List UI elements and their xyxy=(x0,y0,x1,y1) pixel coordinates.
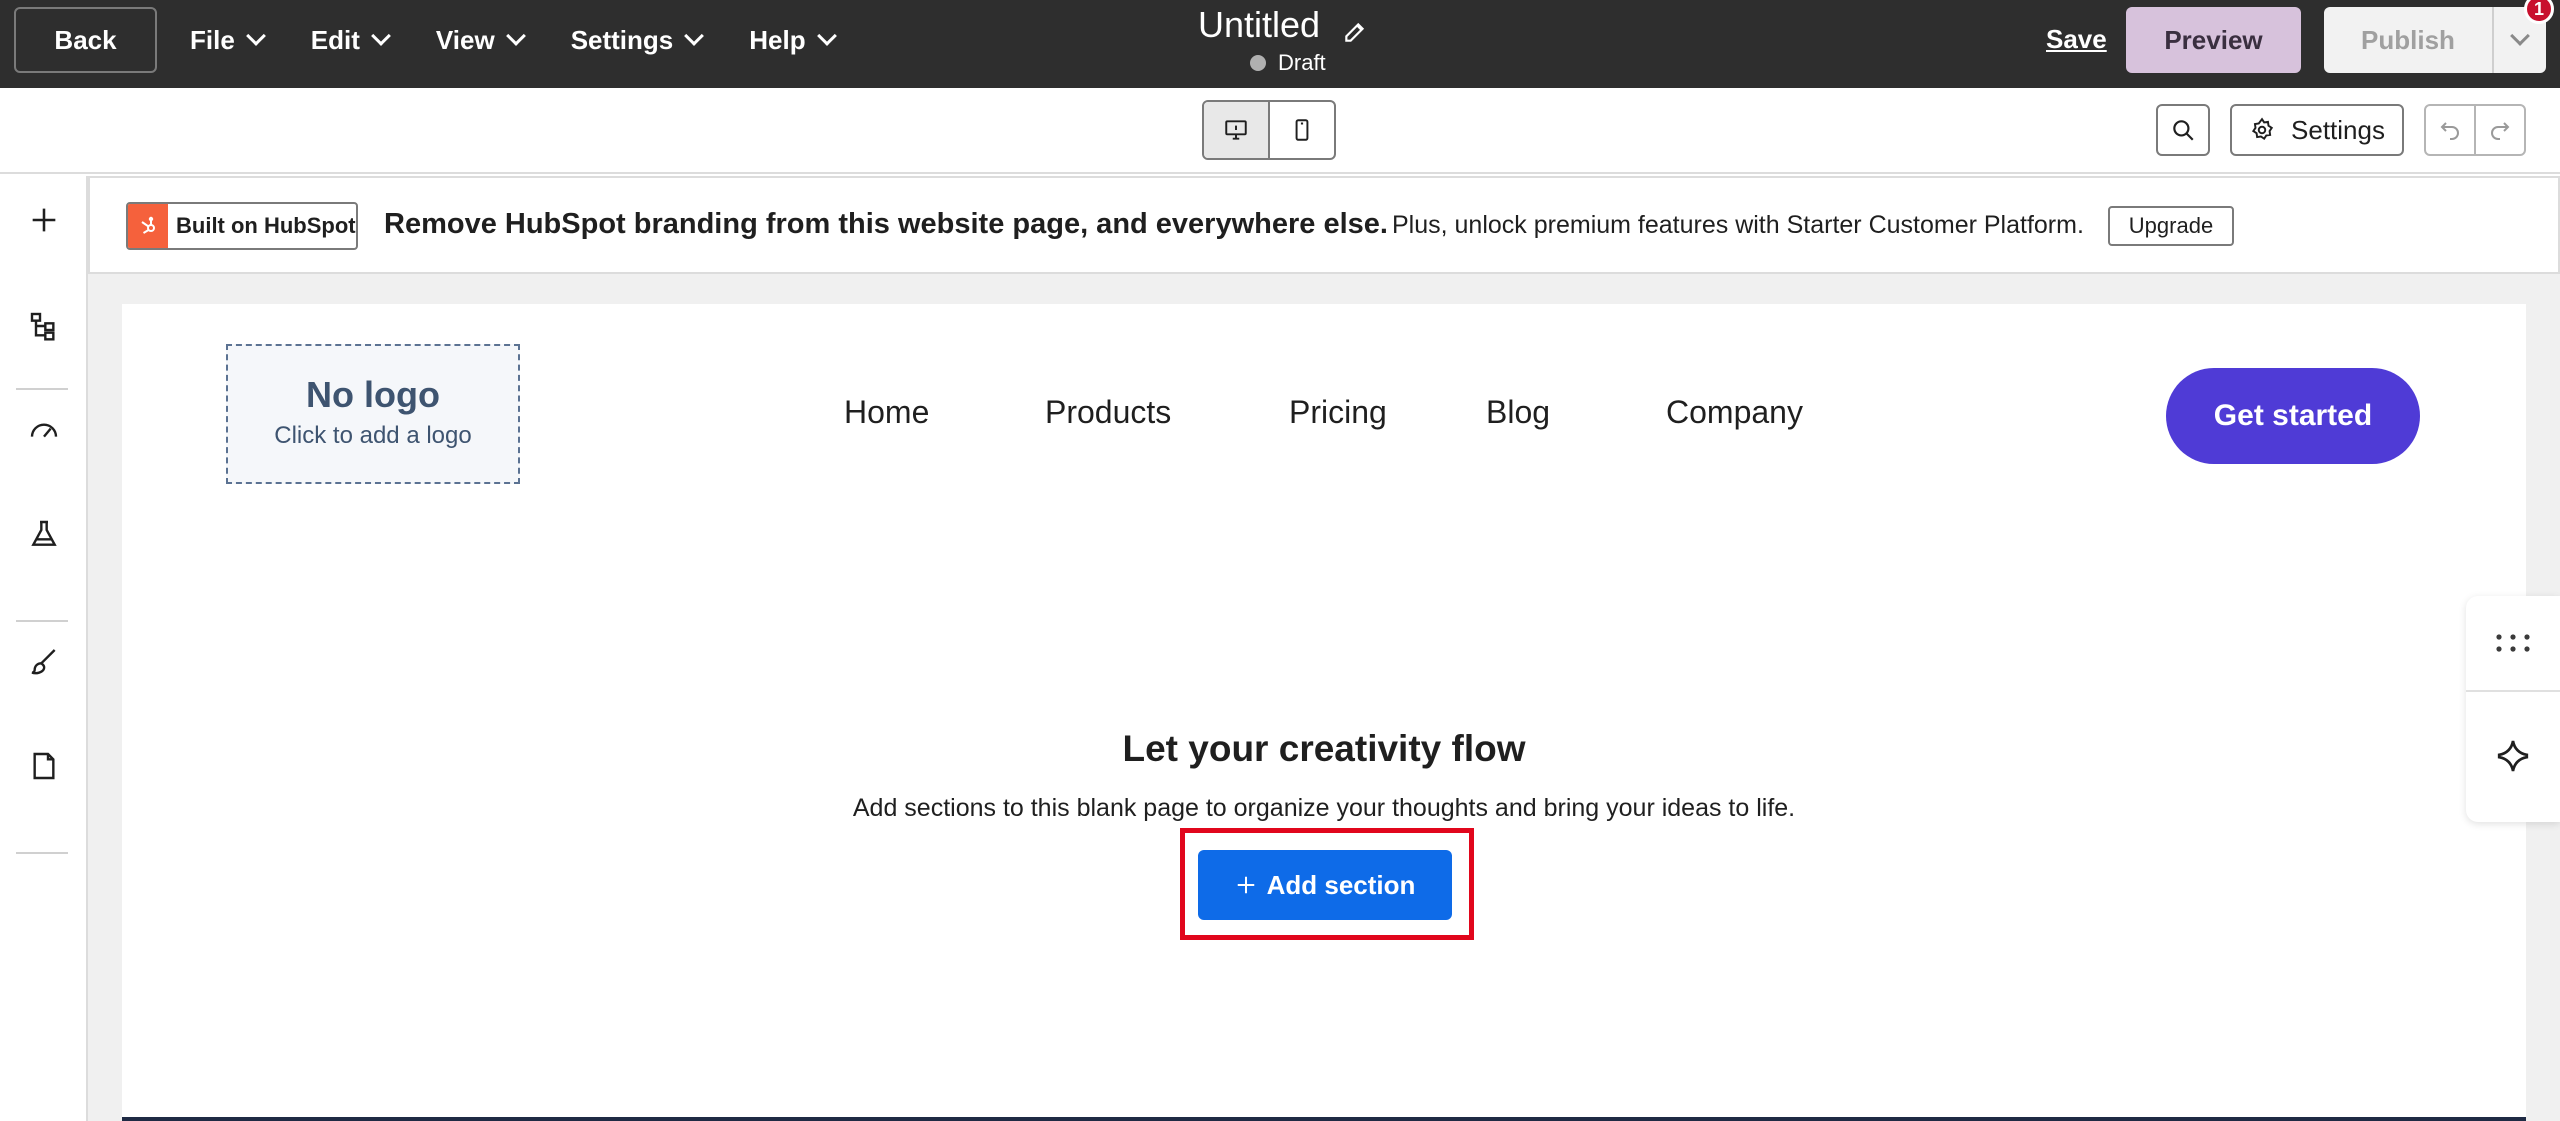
undo-button[interactable] xyxy=(2426,106,2476,154)
drag-handle-button[interactable] xyxy=(2466,596,2560,692)
pencil-icon[interactable] xyxy=(1342,12,1368,42)
status-dot-icon xyxy=(1250,55,1266,71)
menu-label: File xyxy=(190,24,235,55)
chevron-down-icon xyxy=(684,26,705,46)
banner-headline: Remove HubSpot branding from this websit… xyxy=(384,208,1388,240)
chevron-down-icon xyxy=(245,26,266,46)
menu-file[interactable]: File xyxy=(190,24,266,56)
page-divider xyxy=(122,1117,2526,1121)
hubspot-logo-icon xyxy=(128,204,168,248)
search-icon xyxy=(2173,120,2194,141)
publish-button[interactable]: Publish xyxy=(2324,7,2494,73)
page-settings-button[interactable]: Settings xyxy=(2230,104,2404,156)
page-title[interactable]: Untitled xyxy=(1198,4,1320,46)
status-indicator: Draft xyxy=(1250,50,1326,76)
chevron-down-icon xyxy=(816,26,837,46)
sidebar-divider xyxy=(16,852,68,854)
badge-label: Built on HubSpot xyxy=(176,213,356,238)
floating-tools-panel xyxy=(2466,596,2560,822)
desktop-icon xyxy=(1225,120,1247,140)
undo-redo-group xyxy=(2424,104,2526,156)
add-section-label: Add section xyxy=(1266,869,1416,900)
site-navigation: Home Products Pricing Blog Company xyxy=(844,394,1803,431)
sidebar-divider xyxy=(16,620,68,622)
ai-assistant-button[interactable] xyxy=(2466,692,2560,820)
settings-label: Settings xyxy=(2291,114,2385,145)
page-title-area: Untitled xyxy=(1198,4,1398,46)
mobile-icon xyxy=(1295,119,1309,141)
page-file-icon[interactable] xyxy=(22,744,66,788)
undo-icon xyxy=(2440,122,2459,140)
banner-text: Plus, unlock premium features with Start… xyxy=(1392,211,2084,239)
performance-gauge-icon[interactable] xyxy=(22,408,66,452)
menu-edit[interactable]: Edit xyxy=(310,24,391,56)
logo-title: No logo xyxy=(306,374,440,415)
status-label: Draft xyxy=(1278,50,1326,75)
menu-help[interactable]: Help xyxy=(749,24,837,56)
test-flask-icon[interactable] xyxy=(22,512,66,556)
sidebar-divider xyxy=(16,388,68,390)
upgrade-button[interactable]: Upgrade xyxy=(2108,206,2234,246)
menu-settings[interactable]: Settings xyxy=(570,24,705,56)
menu-label: View xyxy=(435,24,495,55)
menu-label: Help xyxy=(749,24,806,55)
layers-tree-icon[interactable] xyxy=(22,304,66,348)
preview-button[interactable]: Preview xyxy=(2126,7,2301,73)
plus-icon xyxy=(1237,876,1254,894)
add-icon[interactable] xyxy=(22,198,66,242)
nav-item-products[interactable]: Products xyxy=(1045,394,1289,431)
nav-item-blog[interactable]: Blog xyxy=(1486,394,1666,431)
menu-view[interactable]: View xyxy=(435,24,526,56)
redo-button[interactable] xyxy=(2476,106,2524,154)
menu-bar: File Edit View Settings Help xyxy=(190,0,882,80)
sparkle-icon xyxy=(2497,740,2529,772)
save-button[interactable]: Save xyxy=(2046,24,2107,55)
desktop-view-button[interactable] xyxy=(1204,102,1270,158)
back-button[interactable]: Back xyxy=(14,7,157,73)
nav-item-company[interactable]: Company xyxy=(1666,394,1803,431)
get-started-button[interactable]: Get started xyxy=(2166,368,2420,464)
redo-icon xyxy=(2491,122,2510,140)
editor-toolbar: Settings xyxy=(0,88,2560,174)
drag-dots-icon xyxy=(2496,634,2530,652)
chevron-down-icon xyxy=(2510,26,2530,46)
menu-label: Edit xyxy=(310,24,360,55)
device-toggle xyxy=(1202,100,1336,160)
branding-banner: Built on HubSpot Remove HubSpot branding… xyxy=(88,176,2560,274)
empty-state-title: Let your creativity flow xyxy=(1122,728,1526,769)
nav-item-home[interactable]: Home xyxy=(844,394,1045,431)
gear-icon xyxy=(2251,117,2274,141)
search-button[interactable] xyxy=(2156,104,2210,156)
paintbrush-icon[interactable] xyxy=(22,640,66,684)
menu-label: Settings xyxy=(570,24,674,55)
notification-badge[interactable]: 1 xyxy=(2524,0,2554,24)
add-section-button[interactable]: Add section xyxy=(1198,850,1452,920)
nav-item-pricing[interactable]: Pricing xyxy=(1289,394,1486,431)
left-sidebar xyxy=(0,176,88,1121)
chevron-down-icon xyxy=(505,26,526,46)
top-bar: Back File Edit View Settings Help Untitl… xyxy=(0,0,2560,88)
page-preview: No logo Click to add a logo Home Product… xyxy=(122,304,2526,1121)
chevron-down-icon xyxy=(371,26,391,46)
logo-placeholder[interactable]: No logo Click to add a logo xyxy=(226,344,520,484)
empty-state-subtitle: Add sections to this blank page to organ… xyxy=(852,794,1796,822)
logo-subtitle: Click to add a logo xyxy=(274,422,472,449)
built-on-hubspot-badge[interactable]: Built on HubSpot xyxy=(126,202,358,250)
mobile-view-button[interactable] xyxy=(1270,102,1334,158)
